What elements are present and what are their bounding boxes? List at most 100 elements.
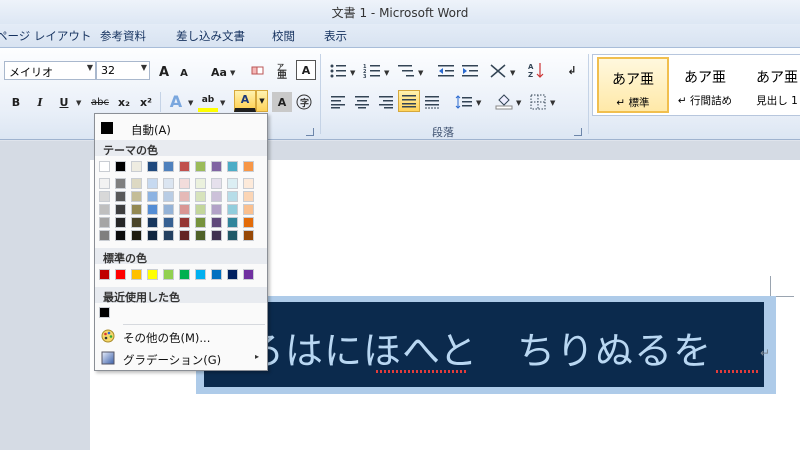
theme-shade-swatch[interactable]	[99, 204, 110, 215]
theme-shade-swatch[interactable]	[211, 178, 222, 189]
distributed-button[interactable]	[422, 92, 442, 112]
theme-shade-swatch[interactable]	[195, 191, 206, 202]
theme-shade-swatch[interactable]	[147, 217, 158, 228]
font-color-button[interactable]: A	[234, 90, 256, 112]
superscript-button[interactable]: x²	[136, 92, 156, 112]
theme-shade-swatch[interactable]	[131, 204, 142, 215]
sort-button[interactable]: AZ	[526, 60, 546, 80]
decrease-indent-button[interactable]	[436, 61, 456, 81]
font-size-box[interactable]: 32 ▼	[96, 61, 150, 80]
theme-shade-swatch[interactable]	[195, 204, 206, 215]
theme-color-swatch[interactable]	[131, 161, 142, 172]
automatic-color-option[interactable]: 自動(A)	[95, 116, 267, 137]
theme-shade-swatch[interactable]	[179, 230, 190, 241]
chevron-down-icon[interactable]: ▼	[510, 69, 515, 77]
bold-button[interactable]: B	[6, 92, 26, 112]
subscript-button[interactable]: x₂	[114, 92, 134, 112]
standard-color-swatch[interactable]	[195, 269, 206, 280]
chevron-down-icon[interactable]: ▼	[516, 99, 521, 107]
theme-shade-swatch[interactable]	[163, 191, 174, 202]
justify-button[interactable]	[398, 90, 420, 112]
font-name-box[interactable]: メイリオ ▼	[4, 61, 96, 80]
standard-color-swatch[interactable]	[243, 269, 254, 280]
theme-shade-swatch[interactable]	[99, 217, 110, 228]
theme-shade-swatch[interactable]	[227, 230, 238, 241]
theme-color-swatch[interactable]	[195, 161, 206, 172]
standard-color-swatch[interactable]	[147, 269, 158, 280]
theme-shade-swatch[interactable]	[243, 191, 254, 202]
theme-color-swatch[interactable]	[147, 161, 158, 172]
chevron-down-icon[interactable]: ▼	[550, 99, 555, 107]
theme-shade-swatch[interactable]	[147, 191, 158, 202]
theme-shade-swatch[interactable]	[131, 217, 142, 228]
theme-shade-swatch[interactable]	[131, 230, 142, 241]
theme-shade-swatch[interactable]	[147, 204, 158, 215]
align-left-button[interactable]	[328, 92, 348, 112]
theme-shade-swatch[interactable]	[163, 217, 174, 228]
theme-color-swatch[interactable]	[179, 161, 190, 172]
theme-shade-swatch[interactable]	[163, 204, 174, 215]
chevron-down-icon[interactable]: ▼	[87, 63, 93, 72]
style-no-spacing[interactable]: あア亜 ↵ 行間詰め	[669, 57, 741, 113]
font-dialog-launcher-icon[interactable]	[306, 128, 314, 136]
tab-mailings[interactable]: 差し込み文書	[176, 28, 245, 44]
tab-review[interactable]: 校閲	[272, 28, 295, 44]
theme-shade-swatch[interactable]	[179, 191, 190, 202]
theme-shade-swatch[interactable]	[211, 217, 222, 228]
theme-shade-swatch[interactable]	[211, 204, 222, 215]
highlight-button[interactable]: ab	[198, 92, 218, 112]
show-marks-button[interactable]: ↲	[562, 60, 582, 80]
enclose-circle-button[interactable]: 字	[294, 92, 314, 112]
tab-view[interactable]: 表示	[324, 28, 347, 44]
phonetic-guide-button[interactable]: ア亜	[272, 60, 292, 80]
chevron-down-icon[interactable]: ▼	[220, 99, 225, 107]
standard-color-swatch[interactable]	[179, 269, 190, 280]
theme-shade-swatch[interactable]	[115, 191, 126, 202]
theme-shade-swatch[interactable]	[179, 217, 190, 228]
theme-shade-swatch[interactable]	[115, 217, 126, 228]
chevron-down-icon[interactable]: ▼	[418, 69, 423, 77]
standard-color-swatch[interactable]	[211, 269, 222, 280]
shrink-font-button[interactable]: A	[174, 63, 194, 83]
standard-color-swatch[interactable]	[99, 269, 110, 280]
theme-shade-swatch[interactable]	[227, 178, 238, 189]
borders-button[interactable]	[528, 92, 548, 112]
standard-color-swatch[interactable]	[163, 269, 174, 280]
underline-button[interactable]: U	[54, 92, 74, 112]
chevron-down-icon[interactable]: ▼	[476, 99, 481, 107]
theme-shade-swatch[interactable]	[115, 178, 126, 189]
text-effects-button[interactable]: A	[166, 91, 186, 111]
chevron-down-icon[interactable]: ▼	[76, 99, 81, 107]
theme-shade-swatch[interactable]	[163, 230, 174, 241]
chevron-down-icon[interactable]: ▼	[230, 69, 235, 77]
char-shading-button[interactable]: A	[272, 92, 292, 112]
theme-shade-swatch[interactable]	[227, 204, 238, 215]
theme-shade-swatch[interactable]	[227, 217, 238, 228]
theme-shade-swatch[interactable]	[227, 191, 238, 202]
theme-color-swatch[interactable]	[99, 161, 110, 172]
theme-shade-swatch[interactable]	[243, 204, 254, 215]
chevron-down-icon[interactable]: ▼	[384, 69, 389, 77]
theme-shade-swatch[interactable]	[99, 191, 110, 202]
strikethrough-button[interactable]: abc	[88, 92, 112, 112]
align-right-button[interactable]	[376, 92, 396, 112]
theme-color-swatch[interactable]	[115, 161, 126, 172]
theme-shade-swatch[interactable]	[195, 217, 206, 228]
multilevel-list-button[interactable]	[396, 61, 416, 81]
theme-shade-swatch[interactable]	[115, 204, 126, 215]
gradient-option[interactable]: グラデーション(G) ▸	[95, 348, 267, 368]
theme-shade-swatch[interactable]	[211, 191, 222, 202]
theme-color-swatch[interactable]	[227, 161, 238, 172]
standard-color-swatch[interactable]	[115, 269, 126, 280]
numbering-button[interactable]: 123	[362, 61, 382, 81]
style-heading-1[interactable]: あア亜 見出し 1	[741, 57, 800, 113]
recent-color-swatch[interactable]	[99, 307, 110, 318]
theme-color-swatch[interactable]	[163, 161, 174, 172]
theme-shade-swatch[interactable]	[179, 204, 190, 215]
theme-shade-swatch[interactable]	[195, 230, 206, 241]
standard-color-swatch[interactable]	[131, 269, 142, 280]
theme-shade-swatch[interactable]	[163, 178, 174, 189]
theme-color-swatch[interactable]	[243, 161, 254, 172]
selected-text[interactable]: ろはにほへと ちりぬるを	[204, 302, 764, 387]
chevron-down-icon[interactable]: ▼	[350, 69, 355, 77]
